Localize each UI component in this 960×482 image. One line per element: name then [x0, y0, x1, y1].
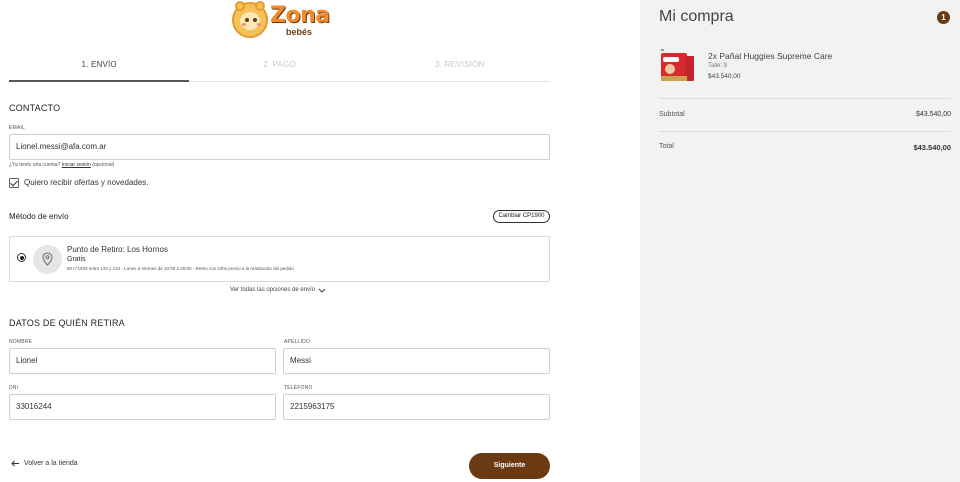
phone-label: TELÉFONO [284, 385, 313, 391]
back-to-store-label[interactable]: Volver a la tienda [24, 460, 78, 467]
step-payment: 2. PAGO [263, 60, 296, 69]
shipping-option-radio[interactable] [17, 253, 26, 262]
shipping-option-pickup[interactable]: Punto de Retiro: Los Hornos Gratis 60 n°… [9, 236, 550, 282]
total-label: Total [659, 143, 674, 150]
shipping-option-description: 60 n°1934 entre 133 y 134 - Lunes a Vier… [67, 266, 294, 271]
total-value: $43.540,00 [913, 143, 951, 152]
email-field[interactable]: Lionel.messi@afa.com.ar [9, 134, 550, 160]
dni-label: DNI [9, 385, 19, 391]
arrow-left-icon [11, 460, 19, 467]
subtotal-value: $43.540,00 [915, 111, 951, 118]
last-name-field[interactable]: Messi [283, 348, 550, 374]
product-thumbnail [659, 49, 695, 84]
next-button[interactable]: Siguiente [469, 453, 550, 479]
newsletter-label[interactable]: Quiero recibir ofertas y novedades. [24, 178, 149, 187]
location-pin-icon [33, 245, 62, 274]
dni-field[interactable]: 33016244 [9, 394, 276, 420]
summary-divider [659, 131, 951, 132]
phone-field[interactable]: 2215963175 [283, 394, 550, 420]
cart-item-name: 2x Pañal Huggies Supreme Care [708, 51, 833, 61]
store-logo[interactable]: Zona bebés [232, 1, 330, 38]
shipping-method-title: Método de envío [9, 212, 69, 221]
cart-item-size: Talle: 9 [708, 63, 728, 69]
more-shipping-options-label[interactable]: Ver todas las opciones de envío [230, 287, 315, 293]
login-link[interactable]: Iniciar sesión [62, 162, 91, 168]
email-label: EMAIL [9, 125, 26, 131]
change-postal-code-button[interactable]: Cambiar CP1900 [493, 210, 550, 223]
summary-divider [659, 98, 951, 99]
shipping-option-title: Punto de Retiro: Los Hornos [67, 245, 168, 254]
bear-mascot-icon [232, 1, 268, 38]
contact-section-title: CONTACTO [9, 103, 61, 113]
newsletter-checkbox[interactable] [9, 177, 19, 188]
chevron-down-icon [318, 288, 326, 293]
step-shipping[interactable]: 1. ENVÍO [9, 52, 190, 82]
cart-item-price: $43.540,00 [708, 73, 741, 80]
step-review: 3. REVISIÓN [435, 60, 485, 69]
checkout-form: Zona bebés 1. ENVÍO 2. PAGO 3. REVISIÓN … [0, 0, 640, 482]
last-name-label: APELLIDO [284, 339, 311, 345]
more-shipping-options-link[interactable]: Ver todas las opciones de envío [230, 287, 326, 293]
login-hint-suffix: (opcional) [92, 162, 115, 168]
logo-subtext: bebés [286, 27, 313, 37]
logo-text: Zona [270, 3, 330, 28]
cart-count-badge: 1 [937, 11, 950, 24]
order-summary: Mi compra 1 2x Pañal Huggies Supreme Car… [640, 0, 960, 482]
newsletter-row[interactable]: Quiero recibir ofertas y novedades. [9, 177, 149, 188]
checkout-steps: 1. ENVÍO 2. PAGO 3. REVISIÓN [9, 52, 550, 82]
first-name-field[interactable]: Lionel [9, 348, 276, 374]
login-hint-prefix: ¿Ya tenés una cuenta? [9, 162, 61, 168]
subtotal-label: Subtotal [659, 111, 685, 118]
pickup-section-title: DATOS DE QUIÉN RETIRA [9, 318, 125, 328]
login-hint: ¿Ya tenés una cuenta? Iniciar sesión (op… [9, 162, 114, 168]
back-to-store-link[interactable]: Volver a la tienda [11, 460, 78, 467]
cart-title: Mi compra [659, 8, 734, 25]
first-name-label: NOMBRE [9, 339, 33, 345]
shipping-option-price: Gratis [67, 256, 86, 263]
